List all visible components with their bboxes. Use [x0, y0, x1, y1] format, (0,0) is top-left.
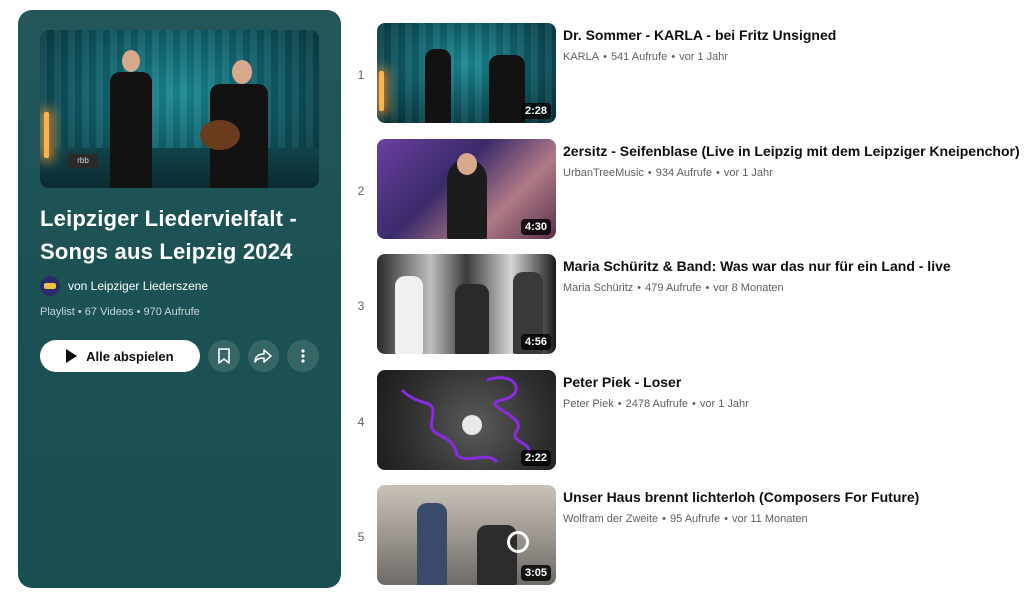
play-all-button[interactable]: Alle abspielen	[40, 340, 200, 372]
video-duration: 2:22	[520, 449, 551, 466]
list-item[interactable]: 2 4:30 2ersitz - Seifenblase (Live in Le…	[350, 138, 1030, 255]
list-item[interactable]: 1 2:28 Dr. Sommer - KARLA - bei Fritz Un…	[350, 23, 1030, 139]
playlist-title-line1: Leipziger Liedervielfalt -	[40, 206, 298, 231]
playlist-header-panel: rbb Leipziger Liedervielfalt - Songs aus…	[18, 10, 341, 588]
video-age: vor 1 Jahr	[679, 51, 728, 63]
video-title[interactable]: Dr. Sommer - KARLA - bei Fritz Unsigned	[563, 26, 1030, 44]
video-title[interactable]: Peter Piek - Loser	[563, 373, 1030, 391]
guitarist-figure	[489, 55, 525, 123]
video-info: Unser Haus brennt lichterloh (Composers …	[563, 488, 1030, 525]
video-channel[interactable]: KARLA	[563, 51, 599, 63]
video-age: vor 1 Jahr	[699, 397, 749, 410]
guitar	[200, 120, 240, 150]
video-channel[interactable]: Wolfram der Zweite	[563, 513, 658, 525]
video-index: 4	[357, 414, 365, 429]
video-age: vor 8 Monaten	[713, 282, 784, 294]
violinist-head	[457, 152, 477, 175]
singer-figure	[425, 49, 451, 123]
video-thumbnail[interactable]: 4:56	[377, 254, 556, 354]
save-playlist-button[interactable]	[207, 340, 240, 372]
more-icon	[301, 349, 305, 363]
video-title[interactable]: 2ersitz - Seifenblase (Live in Leipzig m…	[563, 142, 1030, 160]
list-item[interactable]: 5 3:05 Unser Haus brennt lichterloh (Com…	[350, 485, 1030, 601]
play-icon	[66, 349, 78, 363]
share-icon	[254, 349, 273, 363]
video-meta: Peter Piek • 2478 Aufrufe • vor 1 Jahr	[563, 397, 749, 410]
video-index: 2	[357, 183, 365, 198]
playlist-video-list: 1 2:28 Dr. Sommer - KARLA - bei Fritz Un…	[350, 23, 1030, 601]
video-meta: Maria Schüritz • 479 Aufrufe • vor 8 Monaten	[563, 282, 784, 294]
video-duration: 4:30	[520, 218, 551, 235]
video-title[interactable]: Maria Schüritz & Band: Was war das nur f…	[563, 257, 1030, 275]
video-channel[interactable]: Maria Schüritz	[563, 282, 633, 294]
stage-lamp	[44, 112, 49, 158]
list-item[interactable]: 4 2:22 Peter Piek - Loser Peter Piek • 247…	[350, 369, 1030, 486]
sign	[507, 531, 529, 553]
video-duration: 4:56	[520, 334, 551, 350]
save-icon	[217, 348, 230, 364]
video-thumbnail[interactable]: 2:22	[377, 369, 556, 470]
video-meta: UrbanTreeMusic • 934 Aufrufe • vor 1 Jahr	[563, 166, 773, 179]
guitarist-figure	[417, 503, 447, 585]
video-meta: Wolfram der Zweite • 95 Aufrufe • vor 11 Mon…	[563, 513, 808, 525]
video-duration: 3:05	[520, 565, 551, 581]
drummer-figure	[455, 284, 489, 354]
owner-avatar[interactable]	[40, 276, 60, 296]
bassist-figure	[395, 276, 423, 354]
video-index: 5	[357, 530, 365, 544]
playlist-owner[interactable]: von Leipziger Liederszene	[40, 276, 319, 296]
video-thumbnail[interactable]: 4:30	[377, 138, 556, 239]
video-views: 541 Aufrufe	[610, 51, 668, 63]
video-views: 95 Aufrufe	[670, 513, 721, 525]
playlist-meta: Playlist • 67 Videos • 970 Aufrufe	[40, 306, 200, 318]
video-info: 2ersitz - Seifenblase (Live in Leipzig m…	[563, 142, 1030, 179]
video-age: vor 11 Monaten	[732, 513, 808, 525]
video-info: Peter Piek - Loser Peter Piek • 2478 Aufru…	[563, 373, 1030, 410]
play-all-label: Alle abspielen	[86, 348, 174, 364]
playlist-title: Leipziger Liedervielfalt - Songs aus Lei…	[40, 202, 319, 268]
video-index: 1	[357, 68, 365, 82]
playlist-actions: Alle abspielen	[40, 340, 319, 372]
video-thumbnail[interactable]: 3:05	[377, 485, 556, 585]
video-meta: KARLA • 541 Aufrufe • vor 1 Jahr	[563, 51, 728, 63]
video-views: 934 Aufrufe	[655, 166, 713, 179]
video-views: 479 Aufrufe	[645, 282, 702, 294]
stage-lamp	[379, 71, 384, 111]
video-channel[interactable]: Peter Piek	[563, 398, 614, 410]
guitarist-head	[232, 60, 252, 84]
singer-figure	[110, 72, 152, 188]
list-item[interactable]: 3 4:56 Maria Schüritz & Band: Was war da…	[350, 254, 1030, 370]
video-duration: 2:28	[520, 103, 551, 119]
video-info: Dr. Sommer - KARLA - bei Fritz Unsigned …	[563, 26, 1030, 63]
video-views: 2478 Aufrufe	[625, 397, 688, 410]
video-channel[interactable]: UrbanTreeMusic	[563, 167, 644, 179]
video-age: vor 1 Jahr	[723, 166, 773, 179]
video-title[interactable]: Unser Haus brennt lichterloh (Composers …	[563, 488, 1030, 506]
video-index: 3	[357, 299, 365, 313]
owner-name[interactable]: von Leipziger Liederszene	[68, 279, 208, 293]
share-button[interactable]	[247, 340, 280, 372]
playlist-title-line2: Songs aus Leipzig 2024	[40, 239, 293, 264]
rbb-badge: rbb	[68, 154, 98, 168]
playlist-thumbnail[interactable]: rbb	[40, 30, 319, 188]
video-thumbnail[interactable]: 2:28	[377, 23, 556, 123]
video-info: Maria Schüritz & Band: Was war das nur f…	[563, 257, 1030, 294]
more-options-button[interactable]	[287, 340, 319, 372]
singer-head	[122, 50, 140, 72]
